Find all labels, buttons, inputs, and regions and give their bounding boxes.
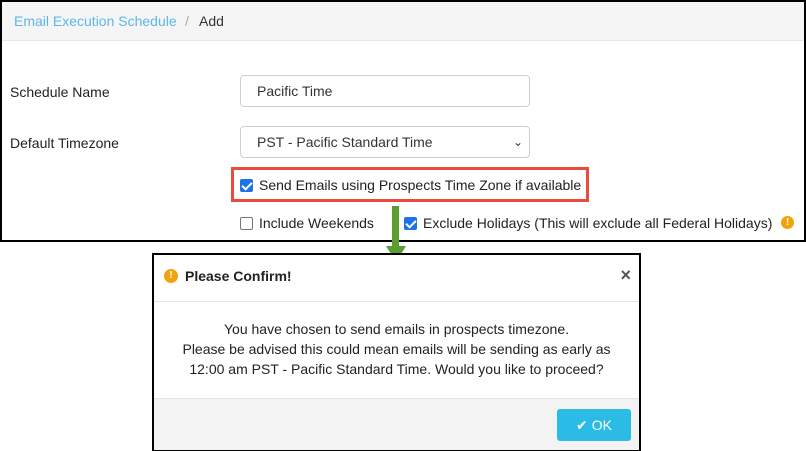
timezone-selected-value: PST - Pacific Standard Time xyxy=(257,134,433,150)
include-weekends-checkbox[interactable] xyxy=(240,217,253,230)
dialog-footer: ✔ OK xyxy=(154,398,639,450)
schedule-name-label: Schedule Name xyxy=(10,84,110,100)
dialog-message-line: Please be advised this could mean emails… xyxy=(182,341,611,357)
dialog-message-line: You have chosen to send emails in prospe… xyxy=(223,321,570,337)
arrow-shaft xyxy=(392,206,399,246)
dialog-message-line: 12:00 am PST - Pacific Standard Time. Wo… xyxy=(189,361,604,377)
schedule-name-input[interactable]: Pacific Time xyxy=(240,75,530,107)
dialog-message: You have chosen to send emails in prospe… xyxy=(154,319,639,379)
include-weekends-label: Include Weekends xyxy=(259,215,374,231)
exclude-holidays-label: Exclude Holidays (This will exclude all … xyxy=(423,215,773,231)
breadcrumb-link-email-execution-schedule[interactable]: Email Execution Schedule xyxy=(14,13,177,29)
breadcrumb-separator: / xyxy=(185,13,189,29)
schedule-name-value: Pacific Time xyxy=(257,83,333,99)
close-icon[interactable]: × xyxy=(620,265,631,286)
prospects-timezone-label: Send Emails using Prospects Time Zone if… xyxy=(259,177,582,193)
chevron-down-icon: ⌄ xyxy=(512,135,523,149)
breadcrumb-current: Add xyxy=(199,13,224,29)
dialog-title: Please Confirm! xyxy=(185,268,292,284)
check-icon: ✔ xyxy=(576,417,588,433)
confirm-dialog: ! Please Confirm! × You have chosen to s… xyxy=(152,253,641,451)
warning-icon: ! xyxy=(164,269,178,283)
exclude-holidays-checkbox[interactable] xyxy=(404,217,417,230)
dialog-header: ! Please Confirm! × xyxy=(154,255,639,302)
default-timezone-label: Default Timezone xyxy=(10,135,119,151)
default-timezone-select[interactable]: PST - Pacific Standard Time ⌄ xyxy=(240,126,530,158)
ok-button[interactable]: ✔ OK xyxy=(557,409,631,441)
breadcrumb: Email Execution Schedule / Add xyxy=(2,2,804,41)
schedule-form-panel: Email Execution Schedule / Add Schedule … xyxy=(0,0,806,242)
ok-button-label: OK xyxy=(591,417,612,433)
info-icon[interactable]: ! xyxy=(781,216,794,229)
prospects-timezone-checkbox[interactable] xyxy=(240,179,253,192)
